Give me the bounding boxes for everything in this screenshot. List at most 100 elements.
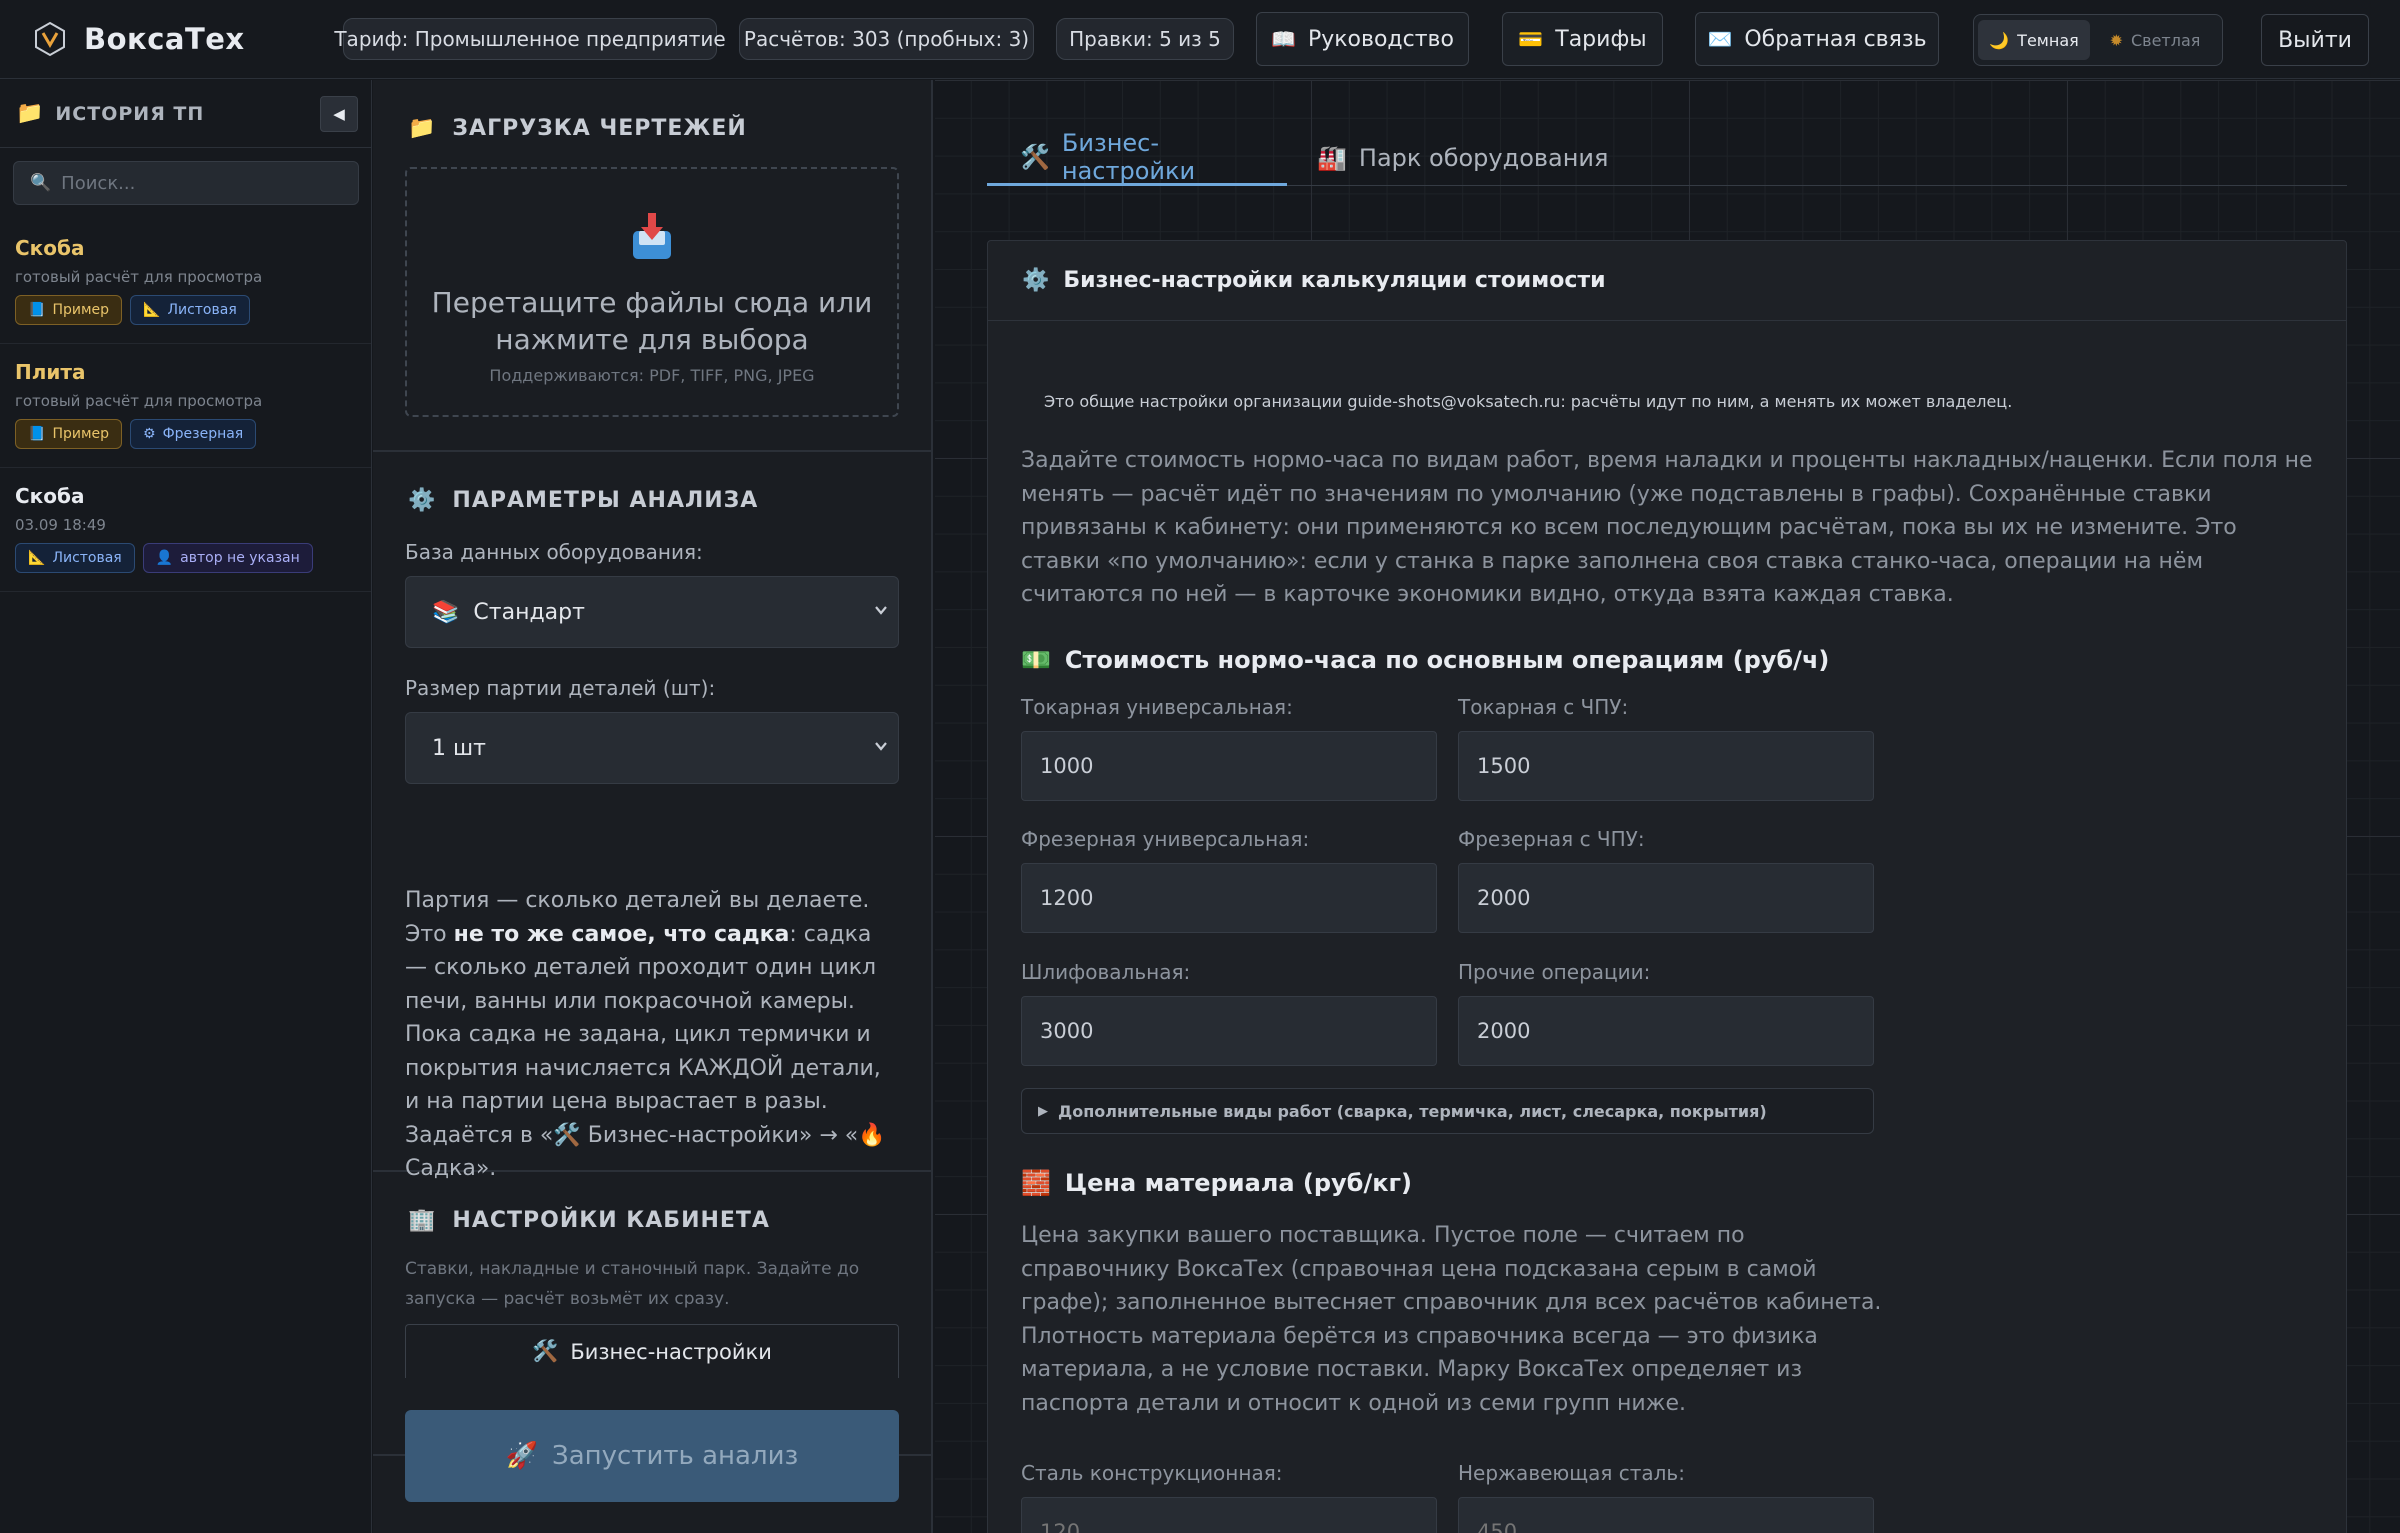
example-tag: 📘 Пример (15, 419, 123, 449)
batch-explanation: Партия — сколько деталей вы делаете. Это… (405, 884, 899, 1186)
upload-title: ЗАГРУЗКА ЧЕРТЕЖЕЙ (452, 116, 747, 141)
history-item-title: Скоба (15, 236, 85, 260)
tag-label: Листовая (167, 302, 237, 318)
sidebar-title: ИСТОРИЯ ТП (55, 102, 205, 125)
history-sidebar: 📁 ИСТОРИЯ ТП ◀ 🔍 Скоба готовый расчёт дл… (0, 80, 372, 1533)
business-settings-panel: ⚙️ Бизнес-настройки калькуляции стоимост… (987, 240, 2347, 1533)
material-label: Нержавеющая сталь: (1458, 1461, 1685, 1485)
book-icon: 📘 (28, 426, 46, 442)
additional-works-toggle[interactable]: ▶ Дополнительные виды работ (сварка, тер… (1021, 1088, 1874, 1134)
rate-milling-universal-input[interactable] (1021, 863, 1437, 933)
material-structural-steel-input[interactable] (1021, 1497, 1437, 1533)
tab-business-settings[interactable]: 🛠️ Бизнес-настройки (987, 128, 1287, 186)
rate-milling-cnc-input[interactable] (1458, 863, 1874, 933)
tools-icon: 🛠️ (532, 1339, 559, 1363)
chevron-down-icon (875, 742, 887, 751)
run-analysis-label: Запустить анализ (552, 1441, 799, 1471)
gear-icon: ⚙️ (408, 488, 437, 513)
factory-icon: 🏭 (1317, 144, 1347, 172)
credit-card-icon: 💳 (1518, 27, 1544, 51)
search-icon: 🔍 (30, 173, 52, 193)
sidebar-header: 📁 ИСТОРИЯ ТП (0, 80, 371, 148)
history-search-input[interactable] (61, 172, 342, 194)
batch-note-bold: не то же самое, что садка (453, 921, 790, 947)
tab-equipment-park[interactable]: 🏭 Парк оборудования (1287, 130, 1638, 186)
inbox-tray-icon (633, 213, 671, 259)
tools-icon: 🛠️ (1020, 142, 1050, 171)
tag-label: Пример (52, 426, 110, 442)
sun-icon: ✹ (2109, 30, 2123, 50)
equipment-db-label: База данных оборудования: (405, 540, 703, 564)
equipment-db-select[interactable]: 📚 Стандарт (405, 576, 899, 648)
theme-dark-label: Темная (2017, 30, 2079, 50)
batch-note-text: : садка — сколько деталей проходит один … (405, 921, 881, 1148)
history-item-title: Скоба (15, 484, 85, 508)
guide-button[interactable]: 📖 Руководство (1256, 12, 1469, 66)
history-item-title: Плита (15, 360, 86, 384)
batch-size-select[interactable]: 1 шт (405, 712, 899, 784)
settings-intro: Задайте стоимость нормо-часа по видам ра… (1021, 448, 2313, 607)
history-item[interactable]: Скоба готовый расчёт для просмотра 📘 Прим… (0, 220, 371, 344)
params-section-header: ⚙️ ПАРАМЕТРЫ АНАЛИЗА (408, 488, 758, 513)
history-item[interactable]: Скоба 03.09 18:49 📐 Листовая 👤 автор не ук… (0, 468, 371, 592)
collapse-sidebar-button[interactable]: ◀ (320, 96, 358, 132)
params-title: ПАРАМЕТРЫ АНАЛИЗА (452, 488, 759, 513)
settings-tabs: 🛠️ Бизнес-настройки 🏭 Парк оборудования (987, 128, 2347, 186)
batch-size-value: 1 шт (432, 735, 486, 761)
milling-icon: ⚙ (143, 426, 156, 442)
book-icon: 📘 (28, 302, 46, 318)
equipment-db-value: Стандарт (473, 599, 585, 625)
rate-grinding-input[interactable] (1021, 996, 1437, 1066)
material-stainless-steel-input[interactable] (1458, 1497, 1874, 1533)
run-analysis-button[interactable]: 🚀 Запустить анализ (405, 1410, 899, 1502)
business-settings-button[interactable]: 🛠️ Бизнес-настройки (405, 1324, 899, 1378)
books-icon: 📚 (432, 599, 460, 625)
dropzone-line-1: Перетащите файлы сюда или (431, 286, 873, 319)
material-title: Цена материала (руб/кг) (1064, 1169, 1412, 1197)
history-item-subtitle: готовый расчёт для просмотра (15, 392, 263, 410)
guide-button-label: Руководство (1307, 26, 1454, 52)
tab-label: Бизнес-настройки (1061, 128, 1196, 185)
rate-turning-universal-input[interactable] (1021, 731, 1437, 801)
chevron-down-icon (875, 606, 887, 615)
control-column: 📁 ЗАГРУЗКА ЧЕРТЕЖЕЙ Перетащите файлы сюд… (373, 80, 933, 1533)
edits-chip: Правки: 5 из 5 (1056, 18, 1234, 60)
user-icon: 👤 (155, 550, 174, 566)
rate-label: Токарная с ЧПУ: (1458, 695, 1629, 719)
cabinet-description: Ставки, накладные и станочный парк. Зада… (405, 1259, 860, 1309)
tag-label: Пример (52, 302, 110, 318)
rate-turning-cnc-input[interactable] (1458, 731, 1874, 801)
sheet-metal-icon: 📐 (28, 550, 46, 566)
sheet-tag: 📐 Листовая (130, 295, 250, 325)
triangle-right-icon: ▶ (1038, 1103, 1048, 1119)
tag-label: Фрезерная (162, 426, 244, 442)
tools-icon: 🛠️ (553, 1122, 581, 1148)
tariff-chip: Тариф: Промышленное предприятие (334, 18, 726, 60)
history-item-subtitle: готовый расчёт для просмотра (15, 268, 263, 286)
money-icon: 💵 (1021, 646, 1051, 674)
brand-logo[interactable]: ВоксаТех (32, 21, 332, 57)
file-dropzone[interactable]: Перетащите файлы сюда или нажмите для вы… (405, 167, 899, 417)
cabinet-section-header: 🏢 НАСТРОЙКИ КАБИНЕТА (408, 1208, 770, 1233)
main-area: 🛠️ Бизнес-настройки 🏭 Парк оборудования … (935, 80, 2400, 1533)
exit-button[interactable]: Выйти (2261, 14, 2369, 66)
history-list: Скоба готовый расчёт для просмотра 📘 Прим… (0, 220, 371, 592)
batch-size-label: Размер партии деталей (шт): (405, 676, 716, 700)
rate-label: Шлифовальная: (1021, 960, 1191, 984)
feedback-button[interactable]: ✉️ Обратная связь (1695, 12, 1939, 66)
example-tag: 📘 Пример (15, 295, 123, 325)
rate-label: Фрезерная с ЧПУ: (1458, 827, 1645, 851)
material-header: 🧱 Цена материала (руб/кг) (1021, 1169, 1412, 1197)
rate-label: Прочие операции: (1458, 960, 1651, 984)
theme-light-option[interactable]: ✹ Светлая (2096, 20, 2214, 60)
tag-label: Листовая (52, 550, 122, 566)
rate-other-input[interactable] (1458, 996, 1874, 1066)
history-item[interactable]: Плита готовый расчёт для просмотра 📘 Прим… (0, 344, 371, 468)
tariffs-button[interactable]: 💳 Тарифы (1502, 12, 1663, 66)
brick-icon: 🧱 (1021, 1169, 1051, 1197)
rocket-icon: 🚀 (505, 1441, 539, 1471)
rate-label: Токарная универсальная: (1021, 695, 1293, 719)
theme-dark-option[interactable]: 🌙 Темная (1978, 20, 2090, 60)
dropzone-text: Перетащите файлы сюда или нажмите для вы… (407, 284, 897, 358)
history-search: 🔍 (13, 161, 359, 205)
